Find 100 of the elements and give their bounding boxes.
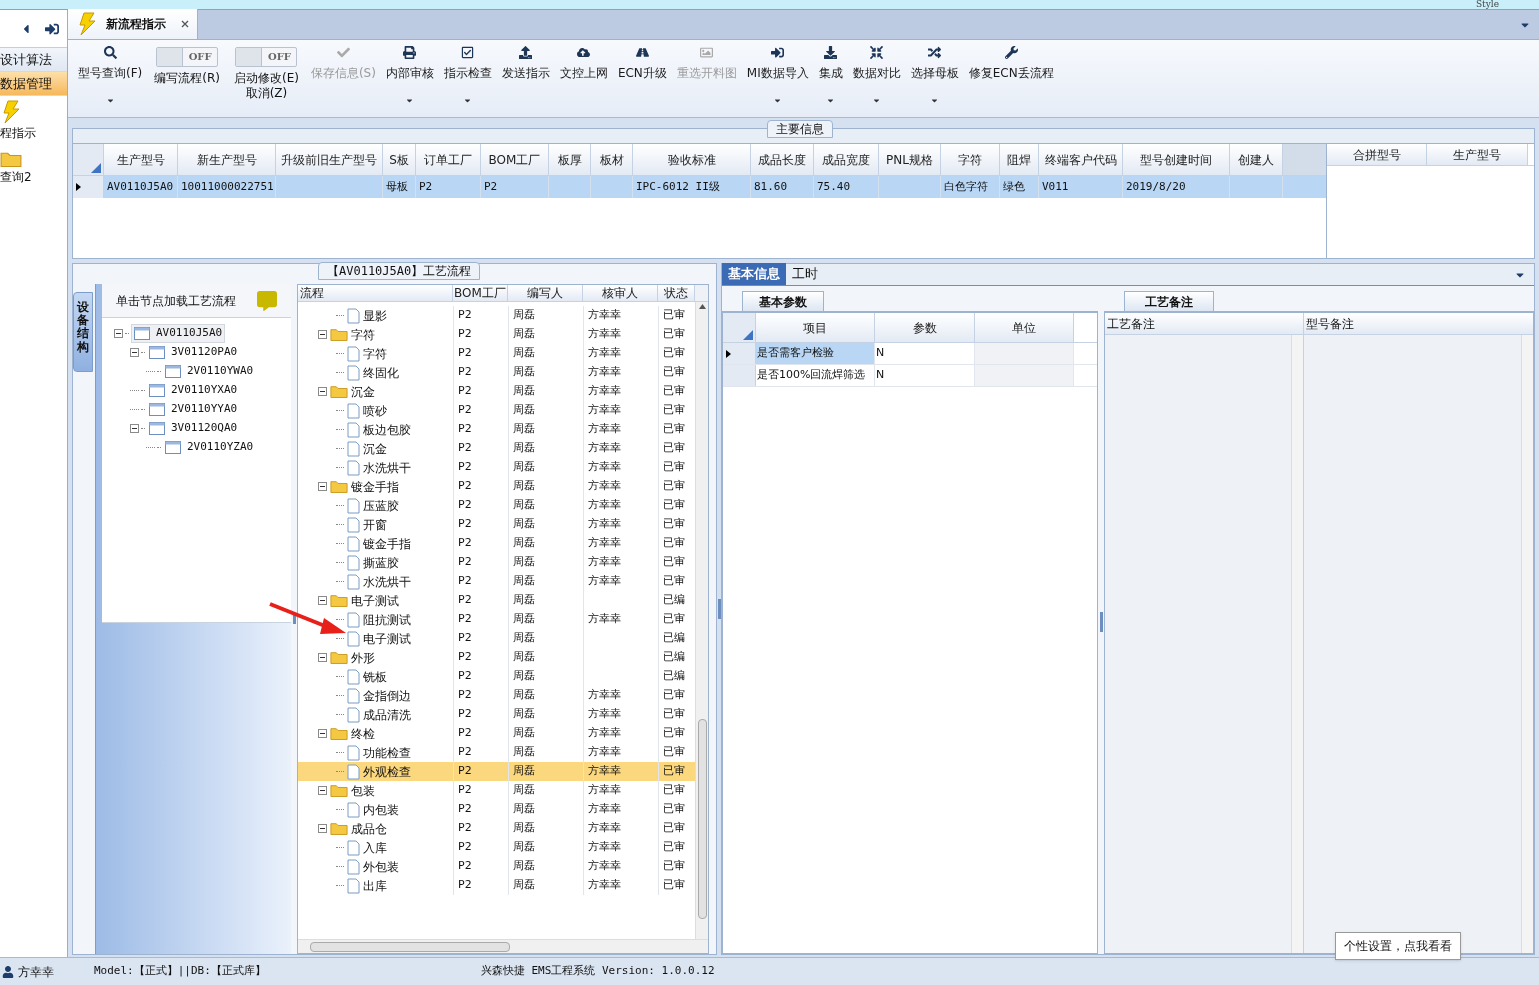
column-header[interactable]: 单位 xyxy=(975,313,1074,342)
collapse-icon[interactable] xyxy=(318,824,327,833)
vertical-scrollbar[interactable] xyxy=(1291,335,1303,953)
flow-row[interactable]: 外包装 P2 周磊 方幸幸 已审 xyxy=(298,857,695,876)
toolbar-button[interactable]: 启动修改(E) 取消(Z) xyxy=(233,71,299,101)
column-header[interactable]: 流程 xyxy=(298,285,453,301)
collapse-icon[interactable] xyxy=(318,482,327,491)
column-header[interactable]: 字符 xyxy=(941,144,1000,175)
column-header[interactable]: 合拼型号 xyxy=(1327,144,1427,165)
section-tab[interactable]: 基本参数 xyxy=(742,291,824,311)
flow-row[interactable]: 出库 P2 周磊 方幸幸 已审 xyxy=(298,876,695,895)
nav-item[interactable]: 查询2 xyxy=(0,150,67,186)
splitter-handle-icon[interactable] xyxy=(292,614,296,624)
flow-row[interactable]: 镀金手指 P2 周磊 方幸幸 已审 xyxy=(298,534,695,553)
column-header[interactable]: 阻焊 xyxy=(1000,144,1039,175)
section-tab[interactable]: 工艺备注 xyxy=(1124,291,1214,311)
tree-node[interactable]: 3V01120PA0 xyxy=(147,344,240,361)
splitter-handle-icon[interactable] xyxy=(717,599,721,619)
toggle-switch[interactable]: OFF xyxy=(235,47,298,67)
style-label[interactable]: Style xyxy=(1475,0,1499,9)
column-header[interactable]: S板 xyxy=(383,144,416,175)
nav-item[interactable]: 数据管理 xyxy=(0,72,67,96)
toolbar-button[interactable]: MI数据导入 xyxy=(742,44,813,105)
flow-row[interactable]: 开窗 P2 周磊 方幸幸 已审 xyxy=(298,515,695,534)
toolbar-button[interactable]: 型号查询(F) xyxy=(74,44,147,105)
splitter-handle-icon[interactable] xyxy=(1099,612,1103,632)
toolbar-button[interactable]: 发送指示 xyxy=(497,44,554,82)
column-header[interactable]: 板材 xyxy=(591,144,633,175)
flow-row[interactable]: 外观检查 P2 周磊 方幸幸 已审 xyxy=(298,762,695,781)
column-header[interactable]: 终端客户代码 xyxy=(1039,144,1123,175)
toggle-switch[interactable]: OFF xyxy=(156,47,219,67)
flow-row[interactable]: 包装 P2 周磊 方幸幸 已审 xyxy=(298,781,695,800)
tab[interactable]: 工时 xyxy=(786,263,824,285)
flow-row[interactable]: 喷砂 P2 周磊 方幸幸 已审 xyxy=(298,401,695,420)
flow-row[interactable]: 成品清洗 P2 周磊 方幸幸 已审 xyxy=(298,705,695,724)
flow-row[interactable]: 字符 P2 周磊 方幸幸 已审 xyxy=(298,325,695,344)
horizontal-scrollbar[interactable] xyxy=(298,939,708,953)
scrollbar-thumb[interactable] xyxy=(697,719,707,919)
tree-node[interactable]: 2V0110YWA0 xyxy=(163,363,256,380)
vertical-scrollbar[interactable] xyxy=(1521,335,1533,953)
scrollbar-thumb[interactable] xyxy=(310,941,510,952)
column-header[interactable]: 成品长度 xyxy=(751,144,814,175)
vertical-scrollbar[interactable] xyxy=(695,302,708,939)
flow-row[interactable]: 字符 P2 周磊 方幸幸 已审 xyxy=(298,344,695,363)
collapse-icon[interactable] xyxy=(318,596,327,605)
column-header[interactable]: 参数 xyxy=(875,313,975,342)
flow-row[interactable]: 成品仓 P2 周磊 方幸幸 已审 xyxy=(298,819,695,838)
flow-row[interactable]: 水洗烘干 P2 周磊 方幸幸 已审 xyxy=(298,458,695,477)
toolbar-button[interactable]: 文控上网 xyxy=(555,44,612,82)
column-header[interactable]: 订单工厂 xyxy=(416,144,481,175)
toolbar-button[interactable]: 编写流程(R) xyxy=(154,71,220,86)
column-header[interactable]: PNL规格 xyxy=(879,144,941,175)
collapse-icon[interactable] xyxy=(318,786,327,795)
scroll-up-icon[interactable] xyxy=(698,304,706,309)
column-header[interactable]: BOM工厂 xyxy=(481,144,549,175)
flow-row[interactable]: 压蓝胶 P2 周磊 方幸幸 已审 xyxy=(298,496,695,515)
collapse-icon[interactable] xyxy=(318,330,327,339)
tree-node[interactable]: 3V01120QA0 xyxy=(147,420,240,437)
row-header[interactable] xyxy=(73,176,104,198)
flow-row[interactable]: 外形 P2 周磊 已编 xyxy=(298,648,695,667)
column-header[interactable]: 核审人 xyxy=(583,285,658,301)
flow-row[interactable]: 水洗烘干 P2 周磊 方幸幸 已审 xyxy=(298,572,695,591)
table-row[interactable]: AV0110J5A0 10011000022751 母板 P2 P2 IPC-6012 II级 81.60 75.40 白色字符 绿色 V011 2019/8/20 xyxy=(73,176,1326,198)
collapse-icon[interactable] xyxy=(130,424,139,433)
sign-in-icon[interactable] xyxy=(45,21,59,36)
document-tab[interactable]: 新流程指示 xyxy=(68,9,198,39)
toolbar-button[interactable]: 集成 xyxy=(814,44,847,105)
flow-row[interactable]: 沉金 P2 周磊 方幸幸 已审 xyxy=(298,382,695,401)
tree-node[interactable]: AV0110J5A0 xyxy=(131,324,226,343)
collapse-icon[interactable] xyxy=(318,653,327,662)
column-header[interactable]: 生产型号 xyxy=(1427,144,1528,165)
toolbar-button[interactable]: 内部审核 xyxy=(381,44,438,105)
flow-row[interactable]: 金指倒边 P2 周磊 方幸幸 已审 xyxy=(298,686,695,705)
flow-row[interactable]: 铣板 P2 周磊 已编 xyxy=(298,667,695,686)
toolbar-button[interactable]: 数据对比 xyxy=(848,44,905,105)
column-header[interactable]: 板厚 xyxy=(549,144,591,175)
column-header[interactable]: 编写人 xyxy=(508,285,583,301)
column-header[interactable]: 生产型号 xyxy=(104,144,178,175)
nav-item[interactable]: 设计算法 xyxy=(0,48,67,72)
flow-row[interactable]: 内包装 P2 周磊 方幸幸 已审 xyxy=(298,800,695,819)
toolbar-button[interactable]: 修复ECN丢流程 xyxy=(964,44,1058,82)
collapse-icon[interactable] xyxy=(114,329,123,338)
flow-row[interactable]: 板边包胶 P2 周磊 方幸幸 已审 xyxy=(298,420,695,439)
column-header[interactable]: 升级前旧生产型号 xyxy=(276,144,383,175)
column-header[interactable]: 创建人 xyxy=(1230,144,1283,175)
flow-row[interactable]: 入库 P2 周磊 方幸幸 已审 xyxy=(298,838,695,857)
close-icon[interactable] xyxy=(181,20,189,28)
tree-node[interactable]: 2V0110YYA0 xyxy=(147,401,240,418)
toolbar-button[interactable]: 选择母板 xyxy=(906,44,963,105)
column-header[interactable]: 项目 xyxy=(756,313,875,342)
tree-node[interactable]: 2V0110YXA0 xyxy=(147,382,240,399)
flow-row[interactable]: 电子测试 P2 周磊 已编 xyxy=(298,591,695,610)
nav-item[interactable]: 程指示 xyxy=(0,100,67,142)
row-header[interactable] xyxy=(723,343,756,364)
collapse-icon[interactable] xyxy=(318,387,327,396)
column-header[interactable]: 验收标准 xyxy=(633,144,751,175)
tab[interactable]: 基本信息 xyxy=(722,263,786,285)
side-tab[interactable]: 设备结构 xyxy=(73,292,93,372)
flow-row[interactable]: 显影 P2 周磊 方幸幸 已审 xyxy=(298,306,695,325)
column-header[interactable]: 状态 xyxy=(658,285,695,301)
